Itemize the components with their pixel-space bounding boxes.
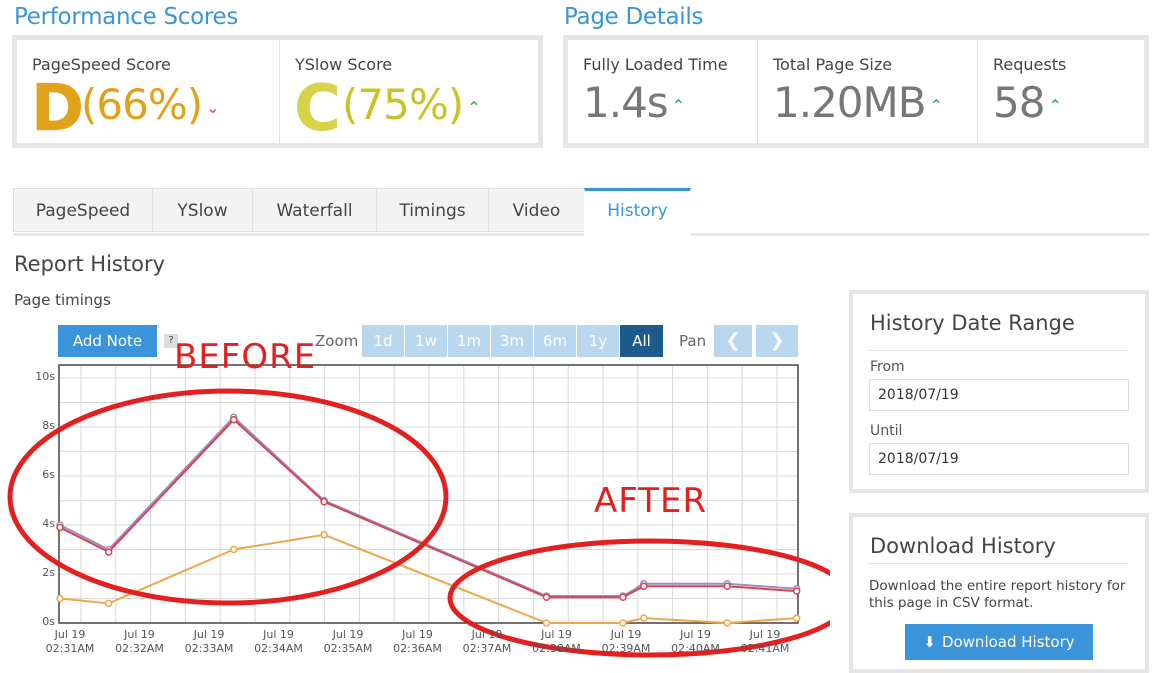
data-point <box>640 614 648 622</box>
download-icon: ⬇ <box>923 633 936 651</box>
requests: Requests 58 ⌃ <box>978 40 1144 143</box>
y-tick-label: 6s <box>42 468 55 481</box>
zoom-1w-button[interactable]: 1w <box>405 325 447 357</box>
pan-label: Pan <box>679 332 707 350</box>
until-date-input[interactable]: 2018/07/19 <box>869 443 1129 475</box>
chevron-up-icon: ⌃ <box>929 96 943 115</box>
y-tick-label: 2s <box>42 566 55 579</box>
tab-waterfall[interactable]: Waterfall <box>252 188 377 232</box>
tab-timings[interactable]: Timings <box>376 188 489 232</box>
after-annotation: AFTER <box>594 481 708 521</box>
y-tick-label: 0s <box>42 615 55 628</box>
chevron-down-icon: ⌄ <box>206 98 219 117</box>
x-tick-label: Jul 19 02:35AM <box>323 628 373 655</box>
zoom-1y-button[interactable]: 1y <box>577 325 619 357</box>
data-point <box>542 593 551 602</box>
before-annotation: BEFORE <box>174 337 317 377</box>
data-point <box>320 531 328 539</box>
y-tick-label: 8s <box>42 419 55 432</box>
download-panel: Download History Download the entire rep… <box>849 513 1149 673</box>
chevron-up-icon: ⌃ <box>1048 96 1061 115</box>
x-tick-label: Jul 19 02:40AM <box>671 628 720 655</box>
loaded-time: Fully Loaded Time 1.4s ⌃ <box>568 40 757 143</box>
x-tick-label: Jul 19 02:41AM <box>740 628 790 655</box>
data-point <box>104 599 113 608</box>
zoom-all-button[interactable]: All <box>620 325 663 357</box>
data-point <box>320 497 328 506</box>
download-description: Download the entire report history for t… <box>869 578 1126 611</box>
tab-underline <box>13 233 1149 236</box>
performance-title: Performance Scores <box>14 4 239 30</box>
x-tick-label: Jul 19 02:32AM <box>115 628 164 655</box>
until-label: Until <box>870 423 903 439</box>
chevron-up-icon: ⌃ <box>467 98 480 117</box>
tab-yslow[interactable]: YSlow <box>152 188 253 232</box>
pan-left-button[interactable]: ❮ <box>714 325 752 357</box>
report-title: Report History <box>14 252 165 276</box>
data-point <box>640 582 648 590</box>
zoom-3m-button[interactable]: 3m <box>491 325 533 357</box>
data-point <box>792 614 801 622</box>
download-title: Download History <box>870 534 1056 558</box>
x-tick-label: Jul 19 02:33AM <box>184 628 234 655</box>
performance-card: PageSpeed Score D (66%) ⌄ YSlow Score C (… <box>12 35 543 148</box>
loaded-value: 1.4s ⌃ <box>583 78 685 127</box>
requests-value: 58 ⌃ <box>993 78 1062 127</box>
zoom-1m-button[interactable]: 1m <box>448 325 490 357</box>
download-history-button[interactable]: ⬇ Download History <box>905 624 1093 660</box>
tab-pagespeed[interactable]: PageSpeed <box>13 188 153 232</box>
zoom-6m-button[interactable]: 6m <box>534 325 576 357</box>
date-range-title: History Date Range <box>870 311 1075 335</box>
x-tick-label: Jul 19 02:31AM <box>45 628 95 655</box>
page-size: Total Page Size 1.20MB ⌃ <box>758 40 977 143</box>
data-point <box>723 582 731 590</box>
pagespeed-grade: D <box>31 72 85 146</box>
series-line-2 <box>59 533 797 625</box>
pagespeed-score: PageSpeed Score D (66%) ⌄ <box>17 40 279 146</box>
data-point <box>542 619 551 627</box>
data-point <box>104 548 113 556</box>
zoom-1d-button[interactable]: 1d <box>362 325 404 357</box>
tab-history[interactable]: History <box>584 188 691 236</box>
data-point <box>723 619 731 627</box>
pagespeed-percent: (66%) ⌄ <box>81 80 220 129</box>
size-label: Total Page Size <box>773 55 893 74</box>
details-title: Page Details <box>564 4 704 30</box>
data-point <box>230 545 238 554</box>
x-tick-label: Jul 19 02:39AM <box>601 628 651 655</box>
data-point <box>792 587 801 595</box>
data-point <box>619 593 627 602</box>
chevron-up-icon: ⌃ <box>671 96 685 115</box>
yslow-percent: (75%) ⌃ <box>342 80 481 129</box>
data-point <box>619 619 627 627</box>
tab-video[interactable]: Video <box>488 188 585 232</box>
x-tick-label: Jul 19 02:37AM <box>462 628 512 655</box>
loaded-label: Fully Loaded Time <box>583 55 728 74</box>
report-subtitle: Page timings <box>14 291 111 309</box>
date-range-panel: History Date Range From 2018/07/19 Until… <box>849 290 1149 493</box>
pan-right-button[interactable]: ❯ <box>756 325 798 357</box>
requests-label: Requests <box>993 55 1067 74</box>
y-tick-label: 10s <box>35 370 55 383</box>
yslow-grade: C <box>294 72 341 146</box>
add-note-button[interactable]: Add Note <box>58 325 157 357</box>
details-card: Fully Loaded Time 1.4s ⌃ Total Page Size … <box>563 35 1149 148</box>
from-label: From <box>870 359 905 375</box>
data-point <box>56 594 64 603</box>
yslow-score: YSlow Score C (75%) ⌃ <box>280 40 543 146</box>
from-date-input[interactable]: 2018/07/19 <box>869 379 1129 411</box>
data-point <box>230 415 238 424</box>
size-value: 1.20MB ⌃ <box>773 78 943 127</box>
zoom-label: Zoom <box>315 332 359 350</box>
y-tick-label: 4s <box>42 517 55 530</box>
x-tick-label: Jul 19 02:38AM <box>532 628 581 655</box>
data-point <box>56 523 64 532</box>
x-tick-label: Jul 19 02:34AM <box>254 628 303 655</box>
x-tick-label: Jul 19 02:36AM <box>393 628 442 655</box>
